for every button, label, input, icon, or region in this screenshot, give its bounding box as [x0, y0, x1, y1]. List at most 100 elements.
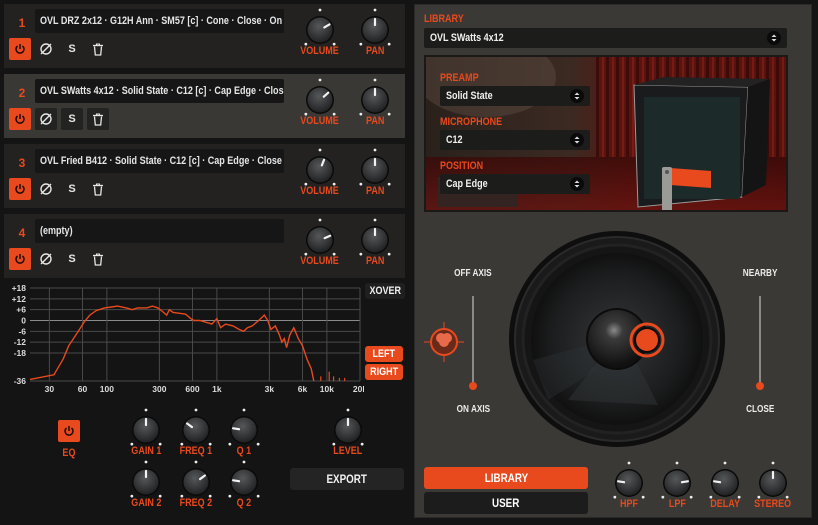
knob-dial[interactable]	[357, 78, 393, 118]
track-row[interactable]: 4 (empty) S	[4, 214, 405, 278]
cab-knob-stereo[interactable]: STEREO	[753, 461, 793, 513]
export-label: EXPORT	[326, 472, 368, 486]
phase-invert-button[interactable]	[35, 178, 57, 200]
user-tab-button[interactable]: USER	[424, 492, 588, 514]
library-select[interactable]: OVL SWatts 4x12	[424, 28, 787, 48]
delete-button[interactable]	[87, 178, 109, 200]
library-tab-button[interactable]: LIBRARY	[424, 467, 588, 489]
volume-knob[interactable]: VOLUME	[300, 218, 340, 270]
track-power-button[interactable]	[9, 38, 31, 60]
pan-knob[interactable]: PAN	[355, 218, 395, 270]
library-tab-label: LIBRARY	[484, 471, 528, 485]
eq-knob-gain-1[interactable]: GAIN 1	[126, 408, 166, 460]
power-icon	[15, 114, 25, 124]
knob-dial[interactable]	[178, 408, 214, 448]
knob-dial[interactable]	[659, 461, 695, 501]
delete-button[interactable]	[87, 108, 109, 130]
track-row[interactable]: 3 OVL Fried B412 · Solid State · C12 [c]…	[4, 144, 405, 208]
phase-invert-button[interactable]	[35, 38, 57, 60]
x-tick-label: 300	[152, 384, 166, 394]
cab-knob-lpf[interactable]: LPF	[657, 461, 697, 513]
position-select[interactable]: Cap Edge	[440, 174, 590, 194]
track-name-field[interactable]: (empty)	[35, 219, 284, 243]
level-knob[interactable]: LEVEL	[328, 408, 368, 460]
distance-slider-thumb[interactable]	[756, 382, 764, 390]
knob-dial[interactable]	[357, 218, 393, 258]
track-number: 4	[18, 226, 26, 240]
delete-button[interactable]	[87, 38, 109, 60]
track-power-button[interactable]	[9, 178, 31, 200]
eq-knob-q-2[interactable]: Q 2	[224, 460, 264, 512]
solo-button[interactable]: S	[61, 248, 83, 270]
knob-label: STEREO	[754, 498, 792, 510]
mic-target-icon[interactable]	[424, 322, 464, 362]
nearby-label: NEARBY	[742, 268, 778, 279]
knob-dial[interactable]	[128, 460, 164, 500]
knob-pointer	[617, 480, 626, 484]
preamp-select[interactable]: Solid State	[440, 86, 590, 106]
volume-knob[interactable]: VOLUME	[300, 148, 340, 200]
track-row[interactable]: 2 OVL SWatts 4x12 · Solid State · C12 [c…	[4, 74, 405, 138]
track-name-field[interactable]: OVL Fried B412 · Solid State · C12 [c] ·…	[35, 149, 284, 173]
pan-knob[interactable]: PAN	[355, 148, 395, 200]
track-power-button[interactable]	[9, 108, 31, 130]
knob-dial[interactable]	[357, 148, 393, 188]
pan-knob[interactable]: PAN	[355, 78, 395, 130]
knob-dial[interactable]	[178, 460, 214, 500]
right-channel-button[interactable]: RIGHT	[365, 364, 403, 380]
phase-invert-button[interactable]	[35, 248, 57, 270]
knob-label: Q 2	[236, 497, 252, 509]
left-channel-button[interactable]: LEFT	[365, 346, 403, 362]
knob-pointer	[232, 427, 241, 431]
pan-knob[interactable]: PAN	[355, 8, 395, 60]
cab-knob-delay[interactable]: DELAY	[705, 461, 745, 513]
knob-dial[interactable]	[302, 148, 338, 188]
volume-knob[interactable]: VOLUME	[300, 78, 340, 130]
mic-position-handle[interactable]	[629, 322, 665, 358]
solo-button[interactable]: S	[61, 108, 83, 130]
knob-dial[interactable]	[302, 218, 338, 258]
phase-icon	[40, 113, 52, 125]
on-axis-label: ON AXIS	[456, 404, 490, 415]
x-tick-label: 3k	[265, 384, 275, 394]
power-icon	[64, 426, 74, 436]
microphone-select[interactable]: C12	[440, 130, 590, 150]
eq-power-button[interactable]	[58, 420, 80, 442]
knob-dial[interactable]	[302, 78, 338, 118]
knob-dial[interactable]	[357, 8, 393, 48]
solo-button[interactable]: S	[61, 38, 83, 60]
phase-invert-button[interactable]	[35, 108, 57, 130]
knob-dial[interactable]	[611, 461, 647, 501]
solo-label: S	[68, 113, 76, 125]
power-icon	[15, 184, 25, 194]
export-button[interactable]: EXPORT	[290, 468, 404, 490]
knob-dial[interactable]	[226, 460, 262, 500]
user-tab-label: USER	[492, 496, 520, 510]
speaker-cone[interactable]	[508, 230, 726, 448]
solo-button[interactable]: S	[61, 178, 83, 200]
track-name-field[interactable]: OVL DRZ 2x12 · G12H Ann · SM57 [c] · Con…	[35, 9, 284, 33]
axis-slider[interactable]	[472, 296, 474, 386]
knob-dial[interactable]	[755, 461, 791, 501]
xover-button[interactable]: XOVER	[365, 283, 405, 299]
cab-knob-hpf[interactable]: HPF	[609, 461, 649, 513]
track-row[interactable]: 1 OVL DRZ 2x12 · G12H Ann · SM57 [c] · C…	[4, 4, 405, 68]
eq-knob-freq-1[interactable]: FREQ 1	[176, 408, 216, 460]
eq-knob-freq-2[interactable]: FREQ 2	[176, 460, 216, 512]
knob-dial[interactable]	[302, 8, 338, 48]
distance-slider[interactable]	[759, 296, 761, 386]
knob-dial[interactable]	[707, 461, 743, 501]
knob-dial[interactable]	[128, 408, 164, 448]
track-power-button[interactable]	[9, 248, 31, 270]
track-number: 3	[18, 156, 26, 170]
volume-knob[interactable]: VOLUME	[300, 8, 340, 60]
axis-slider-thumb[interactable]	[469, 382, 477, 390]
track-number: 1	[18, 16, 26, 30]
eq-knob-q-1[interactable]: Q 1	[224, 408, 264, 460]
knob-dial[interactable]	[330, 408, 366, 448]
track-name-field[interactable]: OVL SWatts 4x12 · Solid State · C12 [c] …	[35, 79, 284, 103]
knob-dial[interactable]	[226, 408, 262, 448]
x-tick-label: 6k	[298, 384, 308, 394]
delete-button[interactable]	[87, 248, 109, 270]
eq-knob-gain-2[interactable]: GAIN 2	[126, 460, 166, 512]
